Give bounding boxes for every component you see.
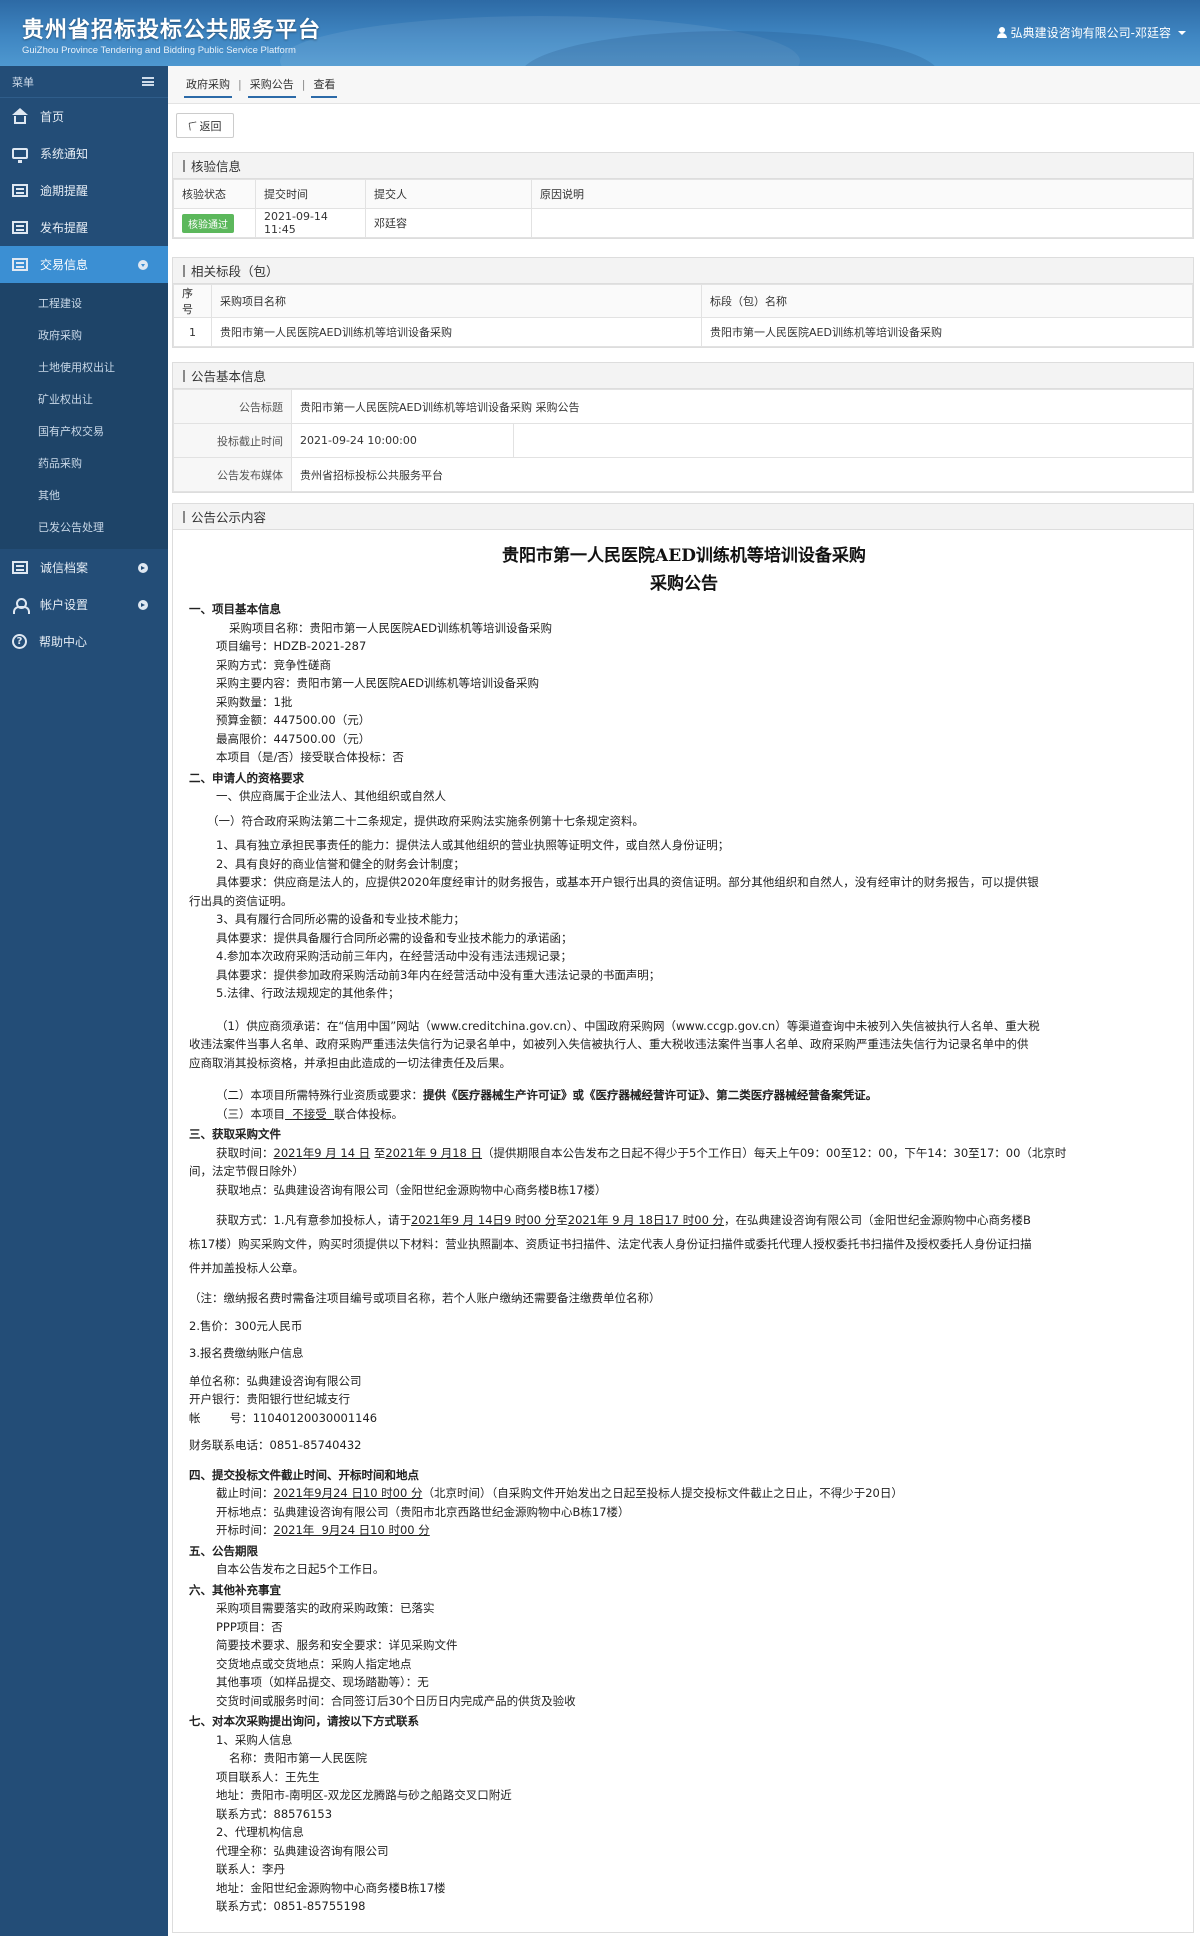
hamburger-icon[interactable]: [142, 77, 154, 86]
sections-panel: 相关标段（包） 序号 采购项目名称 标段（包）名称 1 贵阳市第一人民医院AED…: [172, 257, 1194, 348]
sidebar-item-label: 发布提醒: [40, 221, 89, 235]
section-heading: 四、提交投标文件截止时间、开标时间和地点: [189, 1467, 419, 1482]
table-header: 原因说明: [531, 179, 1193, 209]
submenu-item-gov-procurement[interactable]: 政府采购: [0, 320, 168, 352]
breadcrumb-item[interactable]: 政府采购: [184, 72, 232, 98]
sidebar-item-help[interactable]: ? 帮助中心: [0, 623, 168, 660]
table-header: 提交时间: [255, 179, 366, 209]
content-panel: 公告公示内容 贵阳市第一人民医院AED训练机等培训设备采购 采购公告 一、项目基…: [172, 503, 1194, 1933]
chevron-right-icon: [138, 563, 148, 573]
breadcrumb: 政府采购 | 采购公告 | 查看: [168, 66, 1200, 104]
sections-table: 序号 采购项目名称 标段（包）名称 1 贵阳市第一人民医院AED训练机等培训设备…: [173, 284, 1193, 347]
verify-table: 核验状态 提交时间 提交人 原因说明 核验通过 2021-09-14 11:45…: [173, 179, 1193, 238]
platform-title: 贵州省招标投标公共服务平台: [22, 17, 322, 43]
panel-title: 公告基本信息: [173, 363, 1193, 389]
top-header: 贵州省招标投标公共服务平台 GuiZhou Province Tendering…: [0, 0, 1200, 66]
sidebar-item-home[interactable]: 首页: [0, 98, 168, 135]
back-arrow-icon: [187, 120, 198, 131]
section-heading: 五、公告期限: [189, 1543, 258, 1558]
sidebar-item-label: 诚信档案: [40, 561, 89, 575]
status-badge: 核验通过: [182, 213, 234, 233]
submenu-item-state-assets[interactable]: 国有产权交易: [0, 416, 168, 448]
chevron-down-icon: [1178, 30, 1186, 35]
menu-header: 菜单: [0, 66, 168, 98]
sidebar-item-label: 帮助中心: [39, 635, 88, 649]
table-row: 1 贵阳市第一人民医院AED训练机等培训设备采购 贵阳市第一人民医院AED训练机…: [173, 317, 1193, 347]
panel-title: 核验信息: [173, 153, 1193, 179]
sidebar-item-account[interactable]: 帐户设置: [0, 586, 168, 623]
table-header: 标段（包）名称: [701, 284, 1193, 318]
help-icon: ?: [12, 634, 27, 649]
doc-subtitle: 采购公告: [650, 574, 718, 594]
platform-subtitle: GuiZhou Province Tendering and Bidding P…: [22, 45, 296, 56]
monitor-icon: [12, 148, 28, 163]
trade-submenu: 工程建设 政府采购 土地使用权出让 矿业权出让 国有产权交易 药品采购 其他 已…: [0, 283, 168, 549]
list-icon: [12, 561, 28, 574]
panel-title: 相关标段（包）: [173, 258, 1193, 284]
table-header: 采购项目名称: [211, 284, 702, 318]
back-button[interactable]: 返回: [176, 113, 234, 138]
main-content: 政府采购 | 采购公告 | 查看 返回 核验信息 核验状态 提交时间 提交人 原…: [168, 66, 1200, 1936]
chevron-down-icon: [138, 260, 148, 270]
panel-title: 公告公示内容: [173, 504, 1193, 530]
sidebar-item-trade-info[interactable]: 交易信息: [0, 246, 168, 283]
submenu-item-other[interactable]: 其他: [0, 480, 168, 512]
bid-deadline: 2021-09-24 10:00:00: [291, 423, 514, 458]
user-menu[interactable]: 弘典建设咨询有限公司-邓廷容: [996, 24, 1186, 41]
list-icon: [12, 221, 28, 234]
user-icon: [996, 27, 1007, 38]
submitter: 邓廷容: [365, 208, 532, 238]
sidebar-item-label: 首页: [40, 110, 65, 124]
publish-media: 贵州省招标投标公共服务平台: [291, 457, 1193, 492]
basic-info-table: 公告标题 贵阳市第一人民医院AED训练机等培训设备采购 采购公告 投标截止时间 …: [173, 389, 1193, 492]
back-label: 返回: [199, 119, 222, 133]
menu-label: 菜单: [12, 75, 34, 89]
submenu-item-land-use[interactable]: 土地使用权出让: [0, 352, 168, 384]
list-icon: [12, 258, 28, 271]
sidebar: 菜单 首页 系统通知 逾期提醒 发布提醒 交易信息 工程建设 政府采购 土地使用…: [0, 66, 168, 1936]
table-row: 核验通过 2021-09-14 11:45 邓廷容: [173, 208, 1193, 238]
breadcrumb-item[interactable]: 采购公告: [247, 72, 296, 98]
user-icon: [12, 597, 30, 614]
sidebar-item-credit[interactable]: 诚信档案: [0, 549, 168, 586]
sidebar-item-label: 交易信息: [40, 258, 89, 272]
submenu-item-engineering[interactable]: 工程建设: [0, 288, 168, 320]
table-header: 提交人: [365, 179, 532, 209]
chevron-right-icon: [138, 600, 148, 610]
submit-time: 2021-09-14 11:45: [255, 208, 366, 238]
section-heading: 一、项目基本信息: [189, 602, 281, 616]
section-heading: 七、对本次采购提出询问，请按以下方式联系: [189, 1714, 419, 1728]
table-header: 核验状态: [173, 179, 256, 209]
sidebar-item-label: 帐户设置: [40, 598, 89, 612]
sidebar-item-overdue[interactable]: 逾期提醒: [0, 172, 168, 209]
breadcrumb-item[interactable]: 查看: [311, 72, 338, 98]
submenu-item-drugs[interactable]: 药品采购: [0, 448, 168, 480]
section-heading: 三、获取采购文件: [189, 1127, 281, 1141]
sidebar-item-label: 逾期提醒: [40, 184, 89, 198]
table-header: 序号: [173, 284, 212, 318]
announcement-body: 贵阳市第一人民医院AED训练机等培训设备采购 采购公告 一、项目基本信息 采购项…: [173, 530, 1193, 1916]
basic-info-panel: 公告基本信息 公告标题 贵阳市第一人民医院AED训练机等培训设备采购 采购公告 …: [172, 362, 1194, 493]
sidebar-item-system-notice[interactable]: 系统通知: [0, 135, 168, 172]
home-icon: [12, 107, 28, 124]
list-icon: [12, 184, 28, 197]
section-heading: 二、申请人的资格要求: [189, 770, 304, 785]
sidebar-item-publish-reminder[interactable]: 发布提醒: [0, 209, 168, 246]
notice-title: 贵阳市第一人民医院AED训练机等培训设备采购 采购公告: [291, 389, 1193, 424]
section-heading: 六、其他补充事宜: [189, 1582, 281, 1597]
submenu-item-mining[interactable]: 矿业权出让: [0, 384, 168, 416]
reason: [531, 208, 1193, 238]
verify-panel: 核验信息 核验状态 提交时间 提交人 原因说明 核验通过 2021-09-14 …: [172, 152, 1194, 239]
submenu-item-published[interactable]: 已发公告处理: [0, 512, 168, 544]
doc-title: 贵阳市第一人民医院AED训练机等培训设备采购: [502, 546, 866, 566]
sidebar-item-label: 系统通知: [40, 147, 89, 161]
user-name: 弘典建设咨询有限公司-邓廷容: [1010, 26, 1171, 40]
